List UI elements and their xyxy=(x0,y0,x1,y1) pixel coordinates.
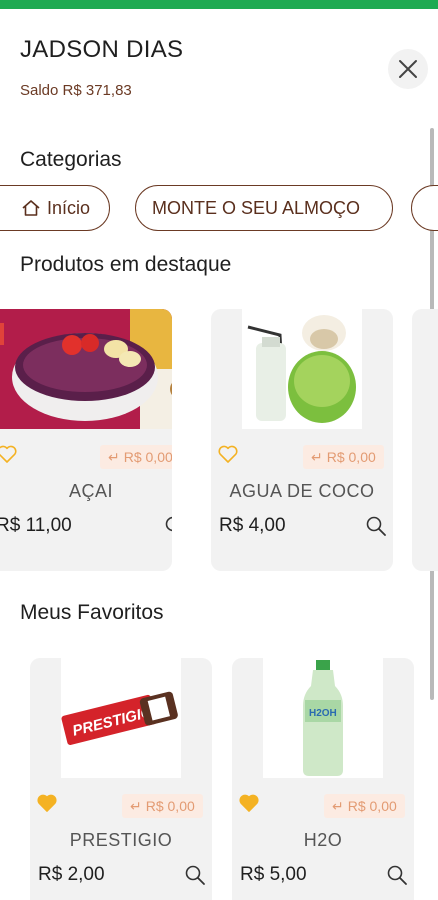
categories-title: Categorias xyxy=(20,148,122,171)
product-name: AÇAI xyxy=(68,481,113,501)
product-card-h2o[interactable]: H2OH ↵ R$ 0,00 H2O R$ 5,00 xyxy=(232,658,414,900)
cashback-value: R$ 0,00 xyxy=(145,798,195,814)
cashback-badge: ↵ R$ 0,00 xyxy=(303,445,384,469)
heart-filled-icon[interactable] xyxy=(238,792,260,814)
favorites-product-list: PRESTIGIO ↵ R$ 0,00 PRESTIGIO R$ 2,00 H2… xyxy=(0,658,438,900)
product-price: R$ 11,00 xyxy=(0,515,72,536)
chip-label: Início xyxy=(47,197,91,218)
close-button[interactable] xyxy=(388,49,428,89)
svg-text:H2OH: H2OH xyxy=(309,708,337,719)
return-arrow-icon: ↵ xyxy=(108,448,120,465)
product-card-agua-de-coco[interactable]: ↵ R$ 0,00 AGUA DE COCO R$ 4,00 xyxy=(211,309,393,571)
user-name: JADSON DIAS xyxy=(20,36,184,63)
top-accent-bar xyxy=(0,0,438,9)
search-icon[interactable] xyxy=(386,864,408,886)
cashback-value: R$ 0,00 xyxy=(123,449,172,465)
cashback-badge: ↵ R$ 0,00 xyxy=(324,794,405,818)
cashback-value: R$ 0,00 xyxy=(326,449,376,465)
cashback-value: R$ 0,00 xyxy=(347,798,397,814)
chip-next[interactable] xyxy=(411,185,438,231)
prestigio-bar-image: PRESTIGIO xyxy=(61,658,181,778)
product-price: R$ 4,00 xyxy=(219,515,286,536)
return-arrow-icon: ↵ xyxy=(311,448,323,465)
product-card-prestigio[interactable]: PRESTIGIO ↵ R$ 0,00 PRESTIGIO R$ 2,00 xyxy=(30,658,212,900)
h2o-bottle-image: H2OH xyxy=(263,658,383,778)
product-name: PRESTIGIO xyxy=(69,830,173,850)
categories-chip-list: Início MONTE O SEU ALMOÇO xyxy=(0,184,438,234)
product-card-next[interactable] xyxy=(412,309,438,571)
product-name: AGUA DE COCO xyxy=(229,481,375,501)
close-icon xyxy=(399,60,417,78)
balance-text: Saldo R$ 371,83 xyxy=(20,82,132,99)
heart-outline-icon[interactable] xyxy=(0,443,18,465)
search-icon[interactable] xyxy=(184,864,206,886)
acai-bowl-image xyxy=(0,309,172,429)
featured-product-list: ↵ R$ 0,00 AÇAI R$ 11,00 ↵ R$ 0,00 AGUA D… xyxy=(0,309,438,573)
product-price: R$ 5,00 xyxy=(240,864,307,885)
chip-inicio[interactable]: Início xyxy=(0,185,110,231)
home-icon xyxy=(22,200,40,216)
heart-filled-icon[interactable] xyxy=(36,792,58,814)
featured-title: Produtos em destaque xyxy=(20,253,232,276)
cashback-badge: ↵ R$ 0,00 xyxy=(100,445,172,469)
return-arrow-icon: ↵ xyxy=(332,797,344,814)
product-price: R$ 2,00 xyxy=(38,864,105,885)
search-icon[interactable] xyxy=(365,515,387,537)
cashback-badge: ↵ R$ 0,00 xyxy=(122,794,203,818)
product-name: H2O xyxy=(303,830,343,850)
search-icon[interactable] xyxy=(164,515,172,537)
heart-outline-icon[interactable] xyxy=(217,443,239,465)
chip-label: MONTE O SEU ALMOÇO xyxy=(152,197,361,218)
favorites-title: Meus Favoritos xyxy=(20,601,164,624)
product-card-acai[interactable]: ↵ R$ 0,00 AÇAI R$ 11,00 xyxy=(0,309,172,571)
coconut-water-image xyxy=(242,309,362,429)
return-arrow-icon: ↵ xyxy=(130,797,142,814)
chip-monte-o-seu-almoco[interactable]: MONTE O SEU ALMOÇO xyxy=(135,185,393,231)
